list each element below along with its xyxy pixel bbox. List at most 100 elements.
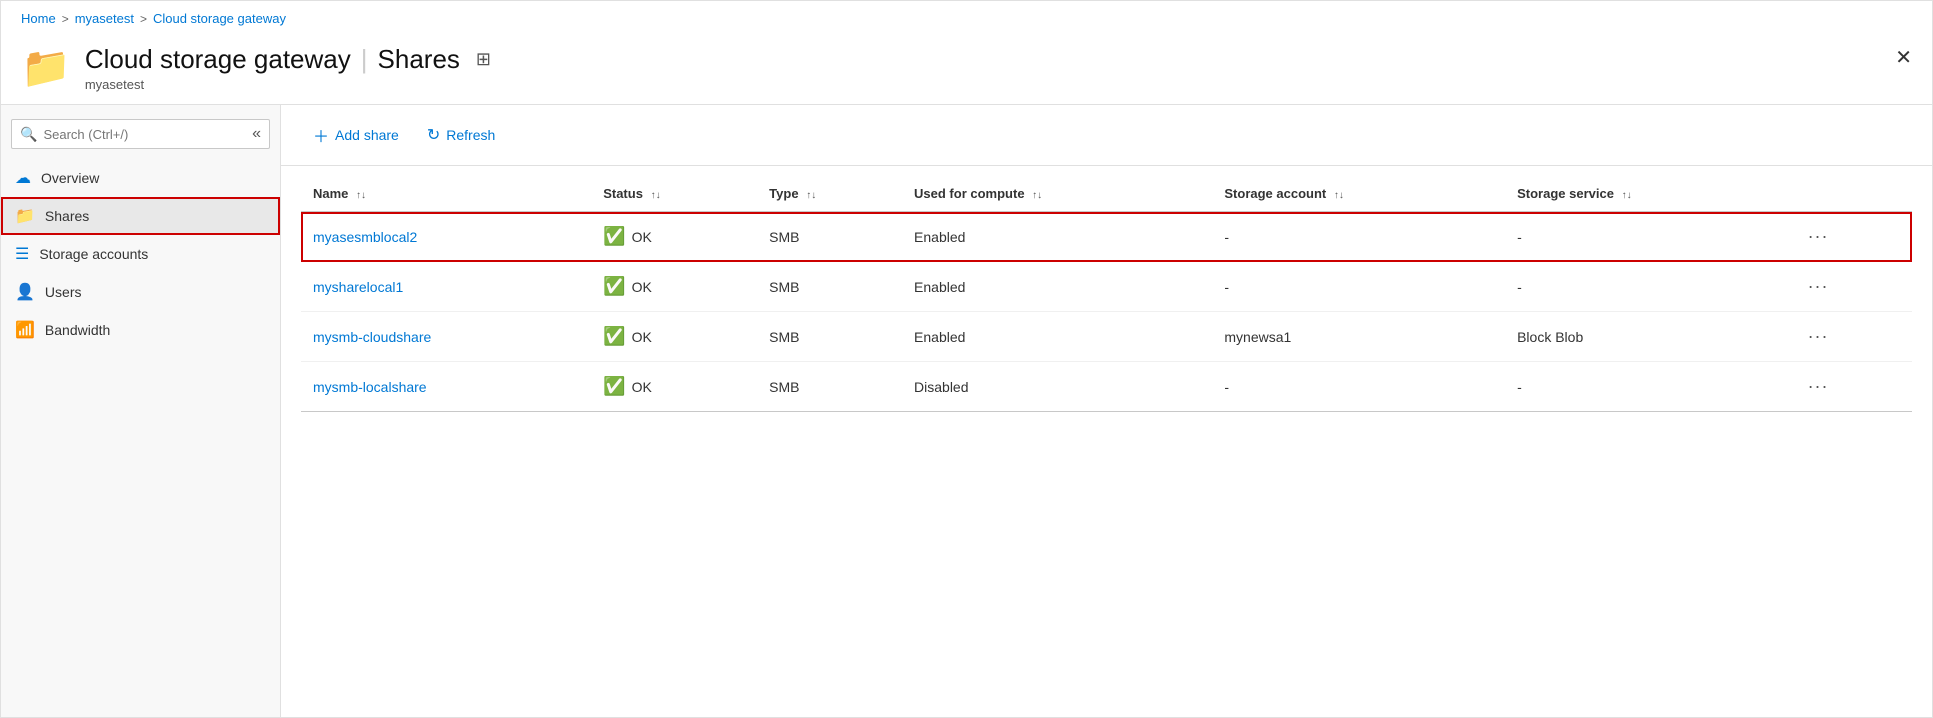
add-share-label: Add share (335, 127, 399, 143)
status-text: OK (632, 379, 652, 395)
storage-icon: ☰ (15, 244, 29, 264)
resource-name: Cloud storage gateway (85, 44, 351, 75)
status-ok-icon: ✅ (603, 226, 625, 247)
sort-type-icon: ↑↓ (806, 190, 816, 201)
row-storage-account: - (1212, 212, 1505, 262)
row-used-for-compute: Enabled (902, 312, 1212, 362)
row-used-for-compute: Disabled (902, 362, 1212, 412)
refresh-label: Refresh (446, 127, 495, 143)
shares-table: Name ↑↓ Status ↑↓ Type ↑↓ (301, 176, 1912, 412)
sidebar-item-overview[interactable]: ☁ Overview (1, 159, 280, 197)
table-row[interactable]: myasesmblocal2 ✅ OK SMBEnabled--··· (301, 212, 1912, 262)
row-used-for-compute: Enabled (902, 262, 1212, 312)
status-ok-icon: ✅ (603, 276, 625, 297)
sidebar-item-users-label: Users (45, 284, 82, 300)
status-ok-icon: ✅ (603, 326, 625, 347)
breadcrumb: Home > myasetest > Cloud storage gateway (1, 1, 1932, 36)
row-more-button[interactable]: ··· (1800, 324, 1837, 349)
col-storage-service[interactable]: Storage service ↑↓ (1505, 176, 1787, 212)
sidebar-item-overview-label: Overview (41, 170, 99, 186)
breadcrumb-myasetest[interactable]: myasetest (75, 11, 134, 26)
header-title: Cloud storage gateway | Shares ⊞ (85, 44, 491, 75)
sidebar-item-shares[interactable]: 📁 Shares (1, 197, 280, 235)
status-text: OK (632, 329, 652, 345)
row-type: SMB (757, 262, 902, 312)
user-icon: 👤 (15, 282, 35, 302)
sort-storage-account-icon: ↑↓ (1334, 190, 1344, 201)
col-name[interactable]: Name ↑↓ (301, 176, 591, 212)
row-type: SMB (757, 212, 902, 262)
search-box[interactable]: 🔍 « (11, 119, 270, 149)
header-text: Cloud storage gateway | Shares ⊞ myasete… (85, 44, 491, 92)
sort-storage-service-icon: ↑↓ (1622, 190, 1632, 201)
folder-nav-icon: 📁 (15, 206, 35, 226)
sidebar: 🔍 « ☁ Overview 📁 Shares ☰ Storage accoun… (1, 105, 281, 717)
row-storage-service: - (1505, 362, 1787, 412)
status-cell: ✅ OK (603, 376, 745, 397)
breadcrumb-home[interactable]: Home (21, 11, 56, 26)
page-header: 📁 Cloud storage gateway | Shares ⊞ myase… (1, 36, 1932, 104)
toolbar: ＋ Add share ↻ Refresh (281, 105, 1932, 166)
close-button[interactable]: ✕ (1895, 48, 1912, 68)
pin-icon[interactable]: ⊞ (476, 49, 491, 70)
search-icon: 🔍 (20, 126, 37, 143)
table-header-row: Name ↑↓ Status ↑↓ Type ↑↓ (301, 176, 1912, 212)
row-storage-service: Block Blob (1505, 312, 1787, 362)
row-type: SMB (757, 312, 902, 362)
row-more-button[interactable]: ··· (1800, 274, 1837, 299)
status-text: OK (632, 229, 652, 245)
row-used-for-compute: Enabled (902, 212, 1212, 262)
add-share-button[interactable]: ＋ Add share (301, 117, 411, 153)
row-type: SMB (757, 362, 902, 412)
cloud-icon: ☁ (15, 168, 31, 188)
sort-name-icon: ↑↓ (356, 190, 366, 201)
row-name-link[interactable]: mysharelocal1 (313, 279, 403, 295)
row-name-link[interactable]: myasesmblocal2 (313, 229, 417, 245)
search-input[interactable] (43, 127, 246, 142)
sidebar-item-bandwidth-label: Bandwidth (45, 322, 110, 338)
status-cell: ✅ OK (603, 326, 745, 347)
col-status[interactable]: Status ↑↓ (591, 176, 757, 212)
col-type[interactable]: Type ↑↓ (757, 176, 902, 212)
table-row[interactable]: mysmb-localshare ✅ OK SMBDisabled--··· (301, 362, 1912, 412)
sort-compute-icon: ↑↓ (1032, 190, 1042, 201)
sidebar-item-storage-accounts-label: Storage accounts (39, 246, 148, 262)
row-storage-service: - (1505, 262, 1787, 312)
row-storage-account: mynewsa1 (1212, 312, 1505, 362)
row-more-button[interactable]: ··· (1800, 224, 1837, 249)
row-more-button[interactable]: ··· (1800, 374, 1837, 399)
table-body: myasesmblocal2 ✅ OK SMBEnabled--···mysha… (301, 212, 1912, 412)
row-storage-account: - (1212, 262, 1505, 312)
resource-subtitle: myasetest (85, 77, 491, 92)
breadcrumb-sep-2: > (140, 12, 147, 26)
status-text: OK (632, 279, 652, 295)
sidebar-item-shares-label: Shares (45, 208, 89, 224)
main-layout: 🔍 « ☁ Overview 📁 Shares ☰ Storage accoun… (1, 104, 1932, 717)
breadcrumb-cloud-storage-gateway[interactable]: Cloud storage gateway (153, 11, 286, 26)
folder-icon: 📁 (21, 48, 71, 88)
col-used-for-compute[interactable]: Used for compute ↑↓ (902, 176, 1212, 212)
refresh-icon: ↻ (427, 125, 440, 145)
row-storage-service: - (1505, 212, 1787, 262)
row-storage-account: - (1212, 362, 1505, 412)
collapse-button[interactable]: « (252, 125, 261, 143)
bandwidth-icon: 📶 (15, 320, 35, 340)
table-row[interactable]: mysharelocal1 ✅ OK SMBEnabled--··· (301, 262, 1912, 312)
title-pipe: | (361, 44, 368, 75)
table-wrapper: Name ↑↓ Status ↑↓ Type ↑↓ (281, 166, 1932, 717)
refresh-button[interactable]: ↻ Refresh (415, 119, 507, 151)
sidebar-item-bandwidth[interactable]: 📶 Bandwidth (1, 311, 280, 349)
status-cell: ✅ OK (603, 226, 745, 247)
row-name-link[interactable]: mysmb-localshare (313, 379, 427, 395)
content-area: ＋ Add share ↻ Refresh Name ↑↓ (281, 105, 1932, 717)
col-storage-account[interactable]: Storage account ↑↓ (1212, 176, 1505, 212)
table-row[interactable]: mysmb-cloudshare ✅ OK SMBEnabledmynewsa1… (301, 312, 1912, 362)
sort-status-icon: ↑↓ (651, 190, 661, 201)
status-cell: ✅ OK (603, 276, 745, 297)
row-name-link[interactable]: mysmb-cloudshare (313, 329, 431, 345)
section-name: Shares (378, 44, 460, 75)
sidebar-item-storage-accounts[interactable]: ☰ Storage accounts (1, 235, 280, 273)
sidebar-item-users[interactable]: 👤 Users (1, 273, 280, 311)
plus-icon: ＋ (313, 123, 329, 147)
status-ok-icon: ✅ (603, 376, 625, 397)
